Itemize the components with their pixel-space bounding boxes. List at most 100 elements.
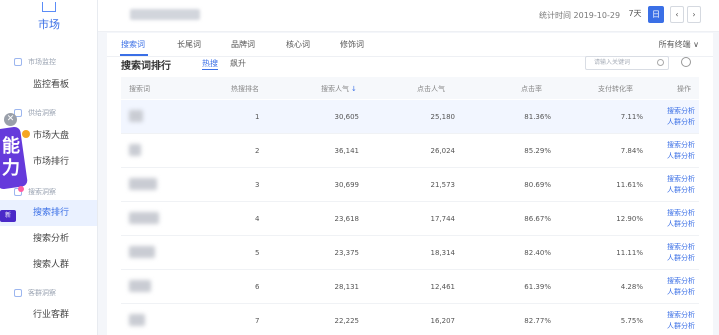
cell-pay-rate: 11.61%	[616, 181, 643, 189]
th-rank[interactable]: 热搜排名	[231, 84, 259, 94]
keyword-search-input[interactable]: 请输入关键词	[585, 56, 669, 70]
sidebar-item[interactable]: 搜索人群	[0, 252, 97, 278]
crowd-analysis-link[interactable]: 人群分析	[667, 151, 695, 162]
tab-core[interactable]: 核心词	[286, 39, 310, 50]
toggle-hot[interactable]: 热搜	[202, 58, 218, 70]
content-card: 搜索词 长尾词 品牌词 核心词 修饰词 所有终端 ∨ 搜索词排行 热搜 飙升 请…	[107, 33, 713, 335]
close-icon[interactable]: ✕	[4, 113, 17, 126]
row-ops: 搜索分析 人群分析	[667, 106, 695, 128]
keyword-blurred	[129, 110, 143, 122]
cell-clicks: 18,314	[430, 249, 456, 257]
search-analysis-link[interactable]: 搜索分析	[667, 106, 695, 117]
cell-ctr: 86.67%	[524, 215, 551, 223]
table-row: 4 23,618 17,744 86.67% 12.90% 搜索分析 人群分析	[121, 202, 699, 236]
keyword-blurred	[129, 212, 159, 224]
shop-name-blurred	[130, 9, 200, 20]
row-ops: 搜索分析 人群分析	[667, 174, 695, 196]
keyword-blurred	[129, 144, 141, 156]
cell-clicks: 26,024	[430, 147, 456, 155]
crowd-analysis-link[interactable]: 人群分析	[667, 185, 695, 196]
cell-rank: 6	[255, 283, 260, 291]
group-icon	[14, 58, 22, 66]
sidebar-brand[interactable]: 市场	[0, 0, 98, 38]
th-popularity[interactable]: 搜索人气 ↓	[321, 84, 357, 94]
market-icon	[42, 2, 56, 12]
table-row: 6 28,131 12,461 61.39% 4.28% 搜索分析 人群分析	[121, 270, 699, 304]
sort-desc-icon: ↓	[351, 85, 357, 93]
crowd-analysis-link[interactable]: 人群分析	[667, 253, 695, 264]
tab-modifier[interactable]: 修饰词	[340, 39, 364, 50]
cell-rank: 5	[255, 249, 260, 257]
search-analysis-link[interactable]: 搜索分析	[667, 140, 695, 151]
cell-popularity: 36,141	[334, 147, 360, 155]
sidebar-item[interactable]: 搜索分析	[0, 226, 97, 252]
row-ops: 搜索分析 人群分析	[667, 208, 695, 230]
cell-pay-rate: 7.84%	[620, 147, 643, 155]
cell-popularity: 22,225	[334, 317, 360, 325]
row-ops: 搜索分析 人群分析	[667, 140, 695, 162]
keyword-blurred	[129, 280, 151, 292]
row-ops: 搜索分析 人群分析	[667, 310, 695, 332]
cell-ctr: 80.69%	[524, 181, 551, 189]
promo-dot	[18, 186, 24, 192]
cell-clicks: 16,207	[430, 317, 456, 325]
cell-rank: 4	[255, 215, 260, 223]
promo-dot	[22, 130, 30, 138]
cell-popularity: 23,375	[334, 249, 360, 257]
cell-ctr: 61.39%	[524, 283, 551, 291]
cell-rank: 3	[255, 181, 260, 189]
search-analysis-link[interactable]: 搜索分析	[667, 310, 695, 321]
promo-badge: 新	[0, 210, 16, 222]
search-analysis-link[interactable]: 搜索分析	[667, 208, 695, 219]
sidebar-item[interactable]: 监控看板	[0, 72, 97, 98]
cell-popularity: 28,131	[334, 283, 360, 291]
settings-icon[interactable]	[681, 57, 691, 67]
search-analysis-link[interactable]: 搜索分析	[667, 174, 695, 185]
cell-rank: 2	[255, 147, 260, 155]
next-date-button[interactable]: ›	[687, 6, 701, 23]
range-day-button[interactable]: 日	[648, 6, 664, 23]
cell-pay-rate: 5.75%	[620, 317, 643, 325]
crowd-analysis-link[interactable]: 人群分析	[667, 287, 695, 298]
cell-pay-rate: 7.11%	[620, 113, 643, 121]
toggle-rise[interactable]: 飙升	[230, 58, 246, 69]
prev-date-button[interactable]: ‹	[670, 6, 684, 23]
th-clicks[interactable]: 点击人气	[417, 84, 445, 94]
tab-search-words[interactable]: 搜索词	[121, 39, 145, 50]
cell-clicks: 21,573	[430, 181, 456, 189]
cell-ctr: 82.77%	[524, 317, 551, 325]
device-filter-dropdown[interactable]: 所有终端 ∨	[659, 39, 699, 50]
th-pay-rate[interactable]: 支付转化率	[598, 84, 633, 94]
cell-popularity: 30,699	[334, 181, 360, 189]
stat-time: 统计时间 2019-10-29	[539, 11, 621, 20]
sidebar-group-label: 客群洞察	[14, 288, 56, 298]
table-row: 7 22,225 16,207 82.77% 5.75% 搜索分析 人群分析	[121, 304, 699, 335]
promo-text: 能 力	[2, 136, 20, 179]
cell-pay-rate: 12.90%	[616, 215, 643, 223]
row-ops: 搜索分析 人群分析	[667, 242, 695, 264]
crowd-analysis-link[interactable]: 人群分析	[667, 321, 695, 332]
sidebar-group-label: 供给洞察	[14, 108, 56, 118]
cell-pay-rate: 4.28%	[620, 283, 643, 291]
row-ops: 搜索分析 人群分析	[667, 276, 695, 298]
sidebar-group-label: 市场监控	[14, 57, 56, 67]
tab-long-tail[interactable]: 长尾词	[177, 39, 201, 50]
search-analysis-link[interactable]: 搜索分析	[667, 276, 695, 287]
table-row: 2 36,141 26,024 85.29% 7.84% 搜索分析 人群分析	[121, 134, 699, 168]
group-icon	[14, 289, 22, 297]
brand-label: 市场	[38, 18, 60, 31]
active-tab-underline	[120, 54, 148, 56]
sidebar-item[interactable]: 行业客群	[0, 302, 97, 328]
cell-rank: 1	[255, 113, 260, 121]
tab-brand[interactable]: 品牌词	[231, 39, 255, 50]
range-7day-button[interactable]: 7天	[624, 6, 646, 23]
keyword-type-tabs: 搜索词 长尾词 品牌词 核心词 修饰词 所有终端 ∨	[107, 33, 713, 57]
keyword-blurred	[129, 314, 145, 326]
search-analysis-link[interactable]: 搜索分析	[667, 242, 695, 253]
crowd-analysis-link[interactable]: 人群分析	[667, 117, 695, 128]
table-header: 搜索词 热搜排名 搜索人气 ↓ 点击人气 点击率 支付转化率 操作	[121, 77, 699, 99]
crowd-analysis-link[interactable]: 人群分析	[667, 219, 695, 230]
cell-rank: 7	[255, 317, 260, 325]
th-ctr[interactable]: 点击率	[521, 84, 542, 94]
cell-clicks: 25,180	[430, 113, 456, 121]
